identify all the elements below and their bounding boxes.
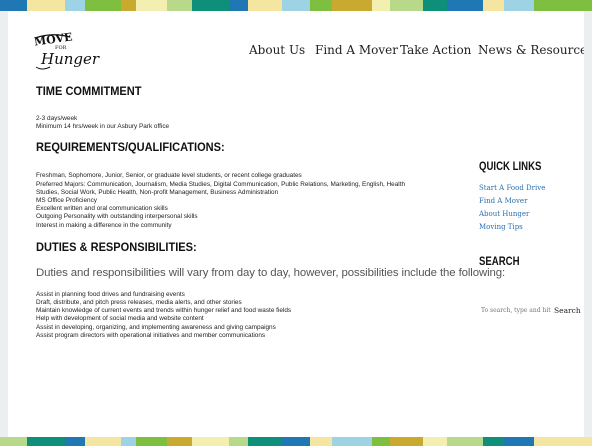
stripe-segment: [372, 437, 390, 446]
duty-line: Help with development of social media an…: [36, 315, 204, 323]
search-input[interactable]: [479, 304, 551, 316]
time-line: 2-3 days/week: [36, 115, 78, 122]
requirement-line: MS Office Proficiency: [36, 197, 97, 205]
page-frame-right: [584, 11, 592, 437]
requirement-line: Outgoing Personality with outstanding in…: [36, 213, 198, 221]
requirement-line: Studies, Social Work, Public Health, Non…: [36, 188, 279, 196]
nav-take-action[interactable]: Take Action: [400, 43, 471, 57]
duty-line: Assist program directors with operationa…: [36, 331, 266, 339]
stripe-segment: [136, 0, 167, 11]
stripe-segment: [229, 0, 248, 11]
duty-line: Maintain knowledge of current events and…: [36, 307, 292, 315]
quick-links-list: Start A Food Drive Find A Mover About Hu…: [479, 182, 579, 234]
stripe-segment: [332, 437, 372, 446]
stripe-segment: [0, 0, 27, 11]
stripe-segment: [27, 437, 65, 446]
quick-link-about-hunger[interactable]: About Hunger: [479, 208, 579, 221]
requirement-line: Interest in making a difference in the c…: [36, 221, 172, 229]
duty-line: Assist in developing, organizing, and im…: [36, 323, 276, 331]
stripe-segment: [483, 437, 504, 446]
quick-link-start-food-drive[interactable]: Start A Food Drive: [479, 182, 579, 195]
search-form: Search: [479, 303, 581, 317]
stripe-segment: [85, 0, 121, 11]
stripe-segment: [447, 0, 483, 11]
stripe-segment: [447, 437, 483, 446]
duty-line: Assist in planning food drives and fundr…: [36, 290, 185, 298]
page-container: MOVE FOR Hunger About Us Find A Mover Ta…: [8, 11, 584, 437]
stripe-segment: [248, 0, 282, 11]
stripe-segment: [0, 437, 27, 446]
requirement-line: Freshman, Sophomore, Junior, Senior, or …: [36, 172, 302, 180]
sidebar: QUICK LINKS Start A Food Drive Find A Mo…: [479, 159, 581, 316]
stripe-segment: [390, 0, 423, 11]
page-frame-left: [0, 11, 8, 437]
stripe-segment: [248, 437, 282, 446]
requirement-line: Excellent written and oral communication…: [36, 205, 168, 213]
quick-links-heading: QUICK LINKS: [479, 159, 542, 173]
requirements-heading: REQUIREMENTS/QUALIFICATIONS:: [36, 140, 225, 155]
duty-line: Draft, distribute, and pitch press relea…: [36, 299, 242, 307]
stripe-segment: [310, 0, 332, 11]
stripe-segment: [423, 437, 447, 446]
stripe-segment: [504, 0, 534, 11]
stripe-segment: [121, 437, 136, 446]
stripe-segment: [332, 0, 372, 11]
nav-about-us[interactable]: About Us: [249, 43, 305, 57]
site-header: MOVE FOR Hunger About Us Find A Mover Ta…: [8, 11, 584, 90]
move-for-hunger-logo[interactable]: MOVE FOR Hunger: [32, 30, 99, 73]
stripe-segment: [534, 437, 592, 446]
stripe-segment: [282, 0, 310, 11]
quick-link-find-a-mover[interactable]: Find A Mover: [479, 195, 579, 208]
stripe-segment: [136, 437, 167, 446]
main-content: TIME COMMITMENT 2-3 days/week Minimum 14…: [36, 84, 506, 340]
duties-lead: Duties and responsibilities will vary fr…: [36, 266, 506, 279]
stripe-segment: [65, 437, 85, 446]
duties-heading: DUTIES & RESPONSIBILITIES:: [36, 239, 197, 254]
stripe-segment: [27, 0, 65, 11]
stripe-segment: [390, 437, 423, 446]
stripe-segment: [167, 437, 192, 446]
stripe-segment: [121, 0, 136, 11]
stripe-segment: [167, 0, 192, 11]
requirement-line: Preferred Majors: Communication, Journal…: [36, 180, 406, 188]
decorative-stripe-bottom: [0, 437, 592, 446]
quick-link-moving-tips[interactable]: Moving Tips: [479, 221, 579, 234]
stripe-segment: [423, 0, 447, 11]
stripe-segment: [192, 437, 229, 446]
stripe-segment: [534, 0, 592, 11]
time-line: Minimum 14 hrs/week in our Asbury Park o…: [36, 123, 170, 131]
nav-news-resources[interactable]: News & Resources: [478, 43, 584, 57]
search-button[interactable]: Search: [551, 306, 581, 315]
stripe-segment: [192, 0, 229, 11]
search-heading: SEARCH: [479, 254, 520, 268]
stripe-segment: [504, 437, 534, 446]
logo-word-hunger: Hunger: [41, 50, 100, 68]
stripe-segment: [282, 437, 310, 446]
stripe-segment: [483, 0, 504, 11]
stripe-segment: [65, 0, 85, 11]
stripe-segment: [229, 437, 248, 446]
time-commitment-heading: TIME COMMITMENT: [36, 84, 142, 98]
stripe-segment: [310, 437, 332, 446]
stripe-segment: [372, 0, 390, 11]
nav-find-a-mover[interactable]: Find A Mover: [315, 43, 398, 57]
stripe-segment: [85, 437, 121, 446]
decorative-stripe-top: [0, 0, 592, 11]
